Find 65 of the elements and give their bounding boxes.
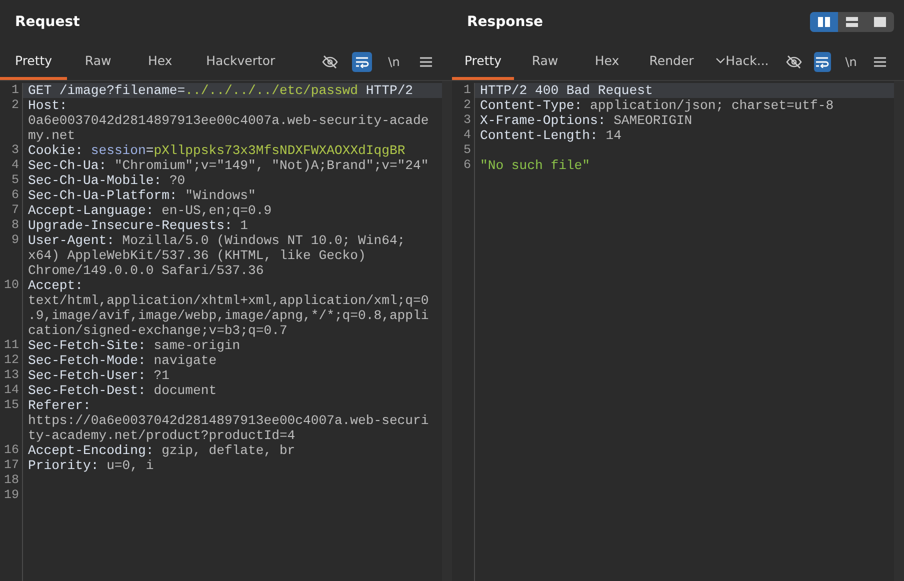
- line-number: 3: [452, 113, 475, 128]
- columns-icon: [818, 17, 830, 27]
- line-number: 6: [0, 188, 23, 203]
- line-number: 5: [452, 143, 475, 158]
- layout-button[interactable]: [810, 12, 838, 32]
- code-line: Priority: u=0, i: [27, 458, 155, 473]
- rows-icon: [846, 17, 858, 27]
- line-number: 16: [0, 443, 23, 458]
- menu-icon: [420, 57, 432, 67]
- wrap-icon: [355, 56, 369, 68]
- line-number: 2: [452, 98, 475, 113]
- code-line: Sec-Fetch-User: ?1: [27, 368, 170, 383]
- panel-title: Response: [467, 14, 544, 30]
- line-number: 19: [0, 488, 23, 503]
- line-number: 4: [452, 128, 475, 143]
- code-line: User-Agent: Mozilla/5.0 (Windows NT 10.0; Win64; x64) AppleWebKit/537.36 (KHTML, like Gecko) Chrome/149.0.0.0 Safari/537.36: [27, 233, 406, 278]
- scrollbar-track[interactable]: [442, 81, 452, 581]
- code-line: Host: 0a6e0037042d2814897913ee00c4007a.web-security-acade my.net: [27, 98, 430, 143]
- menu-icon: [874, 57, 886, 67]
- line-number: 10: [0, 278, 23, 338]
- panel-title: Request: [15, 14, 80, 30]
- code-line: Content-Type: application/json; charset=utf-8: [479, 98, 835, 113]
- line-number: 3: [0, 143, 23, 158]
- line-number: 8: [0, 218, 23, 233]
- wrap-icon: [815, 56, 830, 68]
- line-number: 12: [0, 353, 23, 368]
- view-tab[interactable]: Render: [638, 44, 706, 80]
- code-line: Content-Length: 14: [479, 128, 622, 143]
- hide-icon: [786, 55, 802, 69]
- view-tab[interactable]: Hex: [576, 44, 638, 80]
- code-line: Sec-Ch-Ua-Platform: "Windows": [27, 188, 257, 203]
- code-line: Cookie: session=pXllppsks73x3MfsNDXFWXAOXXdIqgBR: [27, 143, 406, 158]
- line-number: 6: [452, 158, 475, 173]
- line-number: 5: [0, 173, 23, 188]
- line-number: 14: [0, 383, 23, 398]
- line-number: 13: [0, 368, 23, 383]
- view-tab[interactable]: Hack...: [705, 44, 780, 80]
- view-tab[interactable]: Raw: [67, 44, 130, 80]
- line-number: 11: [0, 338, 23, 353]
- line-number: 4: [0, 158, 23, 173]
- view-tab[interactable]: Hackvertor: [191, 44, 290, 80]
- code-line: X-Frame-Options: SAMEORIGIN: [479, 113, 694, 128]
- line-number: 2: [0, 98, 23, 143]
- code-line: Upgrade-Insecure-Requests: 1: [27, 218, 250, 233]
- line-number: 15: [0, 398, 23, 443]
- line-number: 9: [0, 233, 23, 278]
- hide-icon: [322, 55, 338, 69]
- single-pane-icon: [874, 17, 886, 27]
- newline-toggle[interactable]: \n: [384, 52, 404, 72]
- code-line: Sec-Fetch-Site: same-origin: [27, 338, 242, 353]
- line-number: 17: [0, 458, 23, 473]
- code-line: Sec-Fetch-Mode: navigate: [27, 353, 218, 368]
- view-tab[interactable]: Hex: [129, 44, 192, 80]
- line-number: 7: [0, 203, 23, 218]
- line-number: 18: [0, 473, 23, 488]
- code-line: Sec-Ch-Ua: "Chromium";v="149", "Not)A;Brand";v="24": [27, 158, 430, 173]
- code-line: Sec-Ch-Ua-Mobile: ?0: [27, 173, 186, 188]
- code-line: Sec-Fetch-Dest: document: [27, 383, 218, 398]
- wrap-button[interactable]: [352, 52, 372, 72]
- code-line: Accept-Encoding: gzip, deflate, br: [27, 443, 296, 458]
- code-line: Accept-Language: en-US,en;q=0.9: [27, 203, 273, 218]
- view-tab[interactable]: Raw: [514, 44, 576, 80]
- code-line: "No such file": [479, 158, 592, 173]
- newline-toggle[interactable]: \n: [842, 52, 860, 72]
- wrap-button[interactable]: [814, 52, 831, 72]
